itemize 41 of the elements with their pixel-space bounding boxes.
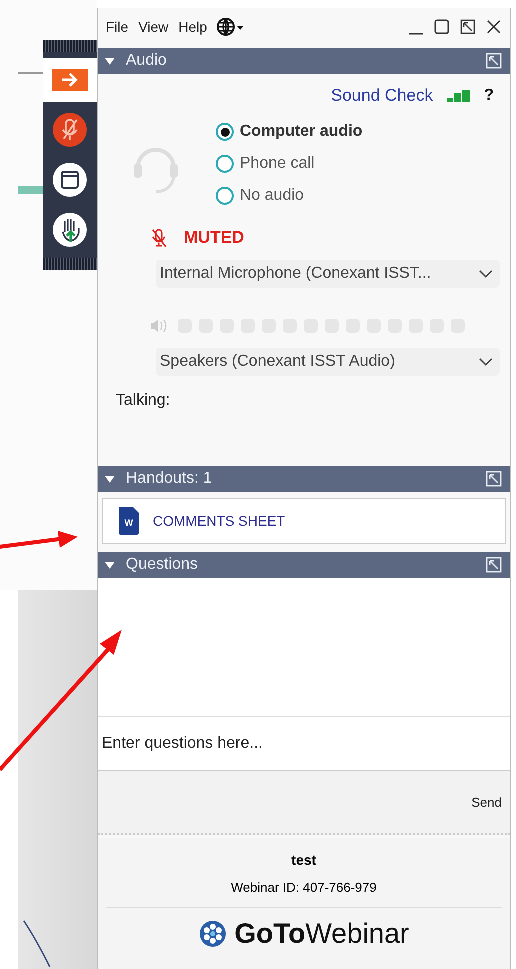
chevron-down-icon bbox=[478, 269, 494, 279]
talking-label: Talking: bbox=[115, 392, 172, 410]
question-field[interactable]: Enter questions here... bbox=[98, 717, 510, 771]
menu-item[interactable]: View bbox=[138, 19, 169, 35]
muted-microphone-icon bbox=[150, 228, 168, 248]
chevron-down-icon bbox=[478, 357, 494, 367]
expanded-triangle-icon[interactable] bbox=[104, 474, 116, 484]
device-dropdown[interactable]: Speakers (Conexant ISST Audio) bbox=[156, 348, 500, 376]
flower-logo-icon bbox=[198, 920, 227, 948]
section-title: Questions bbox=[126, 556, 198, 574]
close-icon[interactable] bbox=[486, 19, 502, 35]
grip-handle[interactable] bbox=[43, 40, 97, 52]
help-button[interactable]: ? bbox=[484, 87, 494, 105]
section-header[interactable]: Questions bbox=[98, 552, 510, 578]
menu-item[interactable]: File bbox=[106, 19, 129, 35]
send-button[interactable]: Send bbox=[464, 788, 510, 816]
undock-icon[interactable] bbox=[460, 19, 476, 35]
signal-bars-icon bbox=[447, 90, 470, 102]
expanded-triangle-icon[interactable] bbox=[104, 56, 116, 66]
section-header[interactable]: Handouts: 1 bbox=[98, 466, 510, 492]
device-dropdown[interactable]: Internal Microphone (Conexant ISST... bbox=[156, 260, 500, 288]
speaker-icon bbox=[150, 318, 168, 334]
menu-item[interactable]: Help bbox=[178, 19, 208, 35]
arrow-button[interactable] bbox=[43, 58, 97, 102]
grip-handle[interactable] bbox=[43, 258, 97, 270]
language-icon[interactable] bbox=[217, 18, 246, 36]
radio-option[interactable]: No audio bbox=[216, 184, 363, 208]
maximize-icon[interactable] bbox=[434, 19, 450, 35]
section-title: Handouts: 1 bbox=[126, 470, 212, 488]
radio-option[interactable]: Computer audio bbox=[216, 120, 363, 144]
expanded-triangle-icon[interactable] bbox=[104, 560, 116, 570]
webinar-title: test bbox=[292, 852, 316, 868]
word-document-icon: W bbox=[119, 507, 139, 535]
mute-status: MUTED bbox=[184, 228, 244, 248]
radio-option[interactable]: Phone call bbox=[216, 152, 363, 176]
webinar-id: Webinar ID: 407-766-979 bbox=[106, 880, 502, 908]
handout-link[interactable]: W COMMENTS SHEET bbox=[102, 498, 506, 544]
section-header[interactable]: Audio bbox=[98, 48, 510, 74]
logo-text: GoToWebinar bbox=[234, 918, 410, 950]
section-title: Audio bbox=[126, 52, 167, 70]
sound-check-link[interactable]: Sound Check bbox=[331, 86, 434, 106]
